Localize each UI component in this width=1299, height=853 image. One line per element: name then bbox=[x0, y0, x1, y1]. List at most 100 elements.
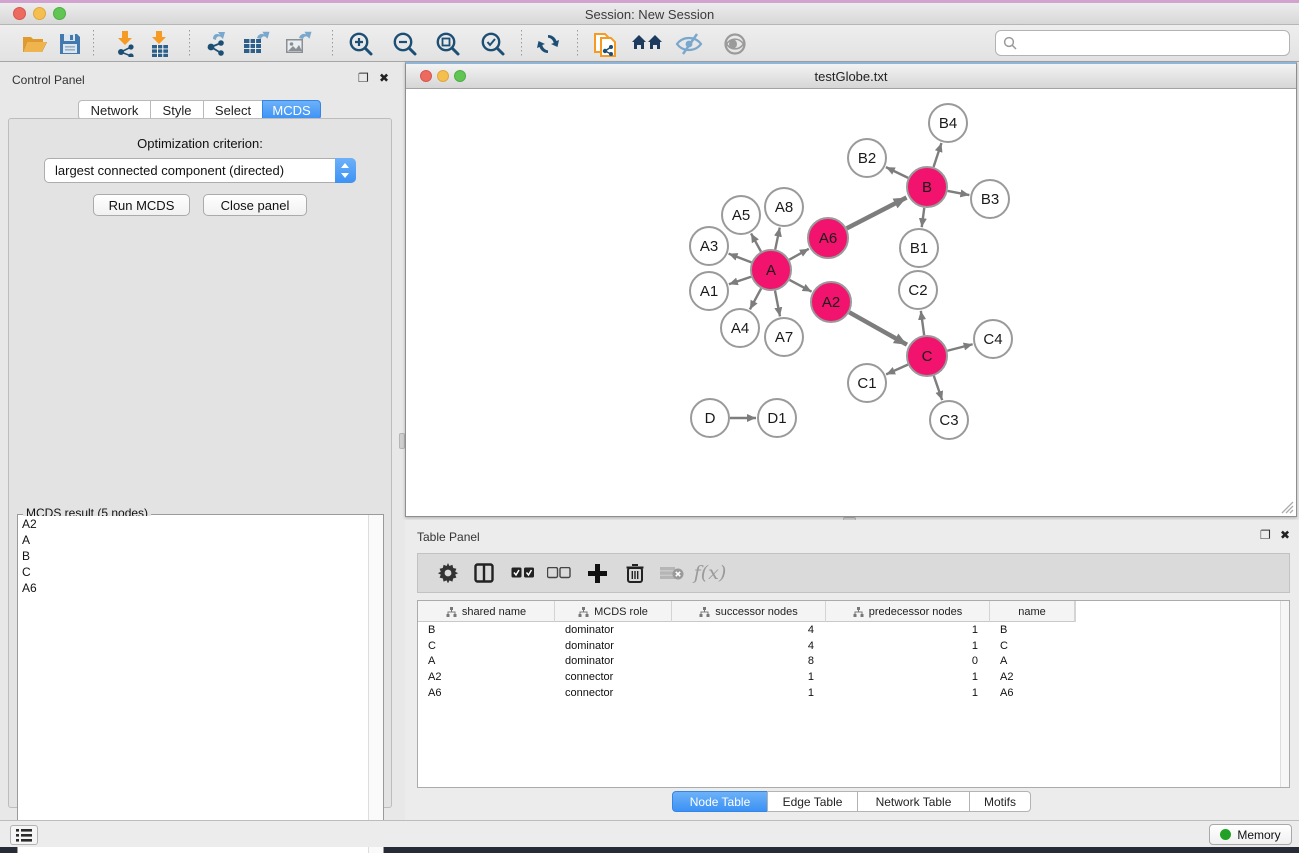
zoom-in-icon[interactable] bbox=[344, 28, 378, 59]
mcds-result-item[interactable]: C bbox=[18, 564, 368, 580]
hide-details-icon[interactable] bbox=[673, 28, 707, 59]
criterion-select[interactable]: largest connected component (directed) bbox=[44, 158, 356, 183]
mcds-result-item[interactable]: A6 bbox=[18, 580, 368, 596]
tab-motifs[interactable]: Motifs bbox=[969, 791, 1031, 812]
float-panel-icon[interactable]: ❐ bbox=[358, 71, 369, 85]
table-row[interactable]: Bdominator41B bbox=[418, 622, 1289, 638]
task-history-button[interactable] bbox=[10, 825, 38, 845]
network-edge[interactable] bbox=[790, 280, 812, 292]
open-folder-icon[interactable] bbox=[18, 28, 52, 59]
zoom-fit-icon[interactable] bbox=[431, 28, 465, 59]
column-type-icon bbox=[853, 607, 864, 617]
network-edge[interactable] bbox=[775, 228, 780, 250]
network-edge[interactable] bbox=[947, 344, 972, 351]
network-edge[interactable] bbox=[886, 365, 908, 375]
mcds-result-item[interactable]: A2 bbox=[18, 516, 368, 532]
network-edge[interactable] bbox=[775, 291, 780, 317]
export-table-icon[interactable] bbox=[240, 28, 274, 59]
duplicate-network-icon[interactable] bbox=[588, 28, 622, 59]
table-row[interactable]: Cdominator41C bbox=[418, 638, 1289, 654]
table-options-gear-icon[interactable] bbox=[431, 554, 465, 592]
table-panel: Table Panel ❐ ✖ bbox=[405, 520, 1299, 823]
mcds-result-item[interactable]: A bbox=[18, 532, 368, 548]
export-image-icon[interactable] bbox=[282, 28, 316, 59]
save-icon[interactable] bbox=[53, 28, 87, 59]
column-header-mcds-role[interactable]: MCDS role bbox=[555, 601, 672, 622]
mcds-result-list[interactable]: A2ABCA6 bbox=[18, 516, 368, 853]
tab-network-table[interactable]: Network Table bbox=[857, 791, 970, 812]
unselect-all-columns-icon[interactable] bbox=[542, 554, 576, 592]
zoom-selected-icon[interactable] bbox=[476, 28, 510, 59]
resize-grip-icon[interactable] bbox=[1280, 500, 1294, 514]
tab-style[interactable]: Style bbox=[150, 100, 204, 120]
column-header-successor-nodes[interactable]: successor nodes bbox=[672, 601, 826, 622]
control-panel: Control Panel ❐ ✖ Network Style Select M… bbox=[0, 62, 400, 823]
import-table-icon[interactable] bbox=[143, 28, 177, 59]
refresh-icon[interactable] bbox=[531, 28, 565, 59]
column-header-filler bbox=[1075, 601, 1289, 622]
node-table[interactable]: shared name MCDS role successor nodes pr… bbox=[417, 600, 1290, 788]
table-row[interactable]: A6connector11A6 bbox=[418, 685, 1289, 701]
network-edge[interactable] bbox=[751, 233, 761, 251]
network-edge[interactable] bbox=[789, 249, 809, 260]
network-node-label: D1 bbox=[767, 410, 786, 427]
table-cell: A6 bbox=[418, 687, 555, 699]
tab-mcds[interactable]: MCDS bbox=[262, 100, 321, 120]
table-row[interactable]: Adominator80A bbox=[418, 653, 1289, 669]
delete-columns-icon[interactable] bbox=[618, 554, 652, 592]
export-network-icon[interactable] bbox=[199, 28, 233, 59]
select-all-columns-icon[interactable] bbox=[506, 554, 540, 592]
criterion-value: largest connected component (directed) bbox=[45, 163, 335, 178]
import-network-icon[interactable] bbox=[109, 28, 143, 59]
mcds-result-item[interactable]: B bbox=[18, 548, 368, 564]
run-mcds-button[interactable]: Run MCDS bbox=[93, 194, 190, 216]
network-edge[interactable] bbox=[750, 289, 761, 310]
table-row[interactable]: A2connector11A2 bbox=[418, 669, 1289, 685]
table-cell: 1 bbox=[826, 640, 990, 652]
column-header-predecessor-nodes[interactable]: predecessor nodes bbox=[826, 601, 990, 622]
tab-edge-table[interactable]: Edge Table bbox=[767, 791, 858, 812]
network-edge[interactable] bbox=[849, 312, 907, 344]
network-edge[interactable] bbox=[886, 167, 908, 178]
table-cell: 0 bbox=[826, 655, 990, 667]
table-cell: C bbox=[418, 640, 555, 652]
search-field[interactable] bbox=[995, 30, 1290, 56]
tab-network[interactable]: Network bbox=[78, 100, 151, 120]
network-edge[interactable] bbox=[729, 254, 752, 263]
search-input[interactable] bbox=[1017, 36, 1267, 51]
add-column-icon[interactable] bbox=[580, 554, 614, 592]
close-table-panel-icon[interactable]: ✖ bbox=[1280, 528, 1290, 542]
network-edge[interactable] bbox=[921, 311, 924, 335]
home-layout-icon[interactable] bbox=[630, 28, 664, 59]
network-edge[interactable] bbox=[934, 376, 942, 400]
float-table-panel-icon[interactable]: ❐ bbox=[1260, 528, 1271, 542]
network-edge[interactable] bbox=[948, 191, 970, 195]
column-header-name[interactable]: name bbox=[990, 601, 1075, 622]
memory-button[interactable]: Memory bbox=[1209, 824, 1292, 845]
network-edge[interactable] bbox=[729, 277, 751, 285]
table-cell: 1 bbox=[672, 671, 826, 683]
function-builder-icon: f(x) bbox=[693, 554, 727, 592]
network-graph[interactable]: AA1A3A5A8A6A2A4A7BB1B2B3B4CC1C2C3C4DD1 bbox=[406, 89, 1296, 516]
network-node-label: B2 bbox=[858, 150, 876, 167]
network-edge[interactable] bbox=[934, 143, 942, 167]
status-bar: Memory bbox=[0, 820, 1299, 847]
close-panel-button[interactable]: Close panel bbox=[203, 194, 307, 216]
table-cell: connector bbox=[555, 687, 672, 699]
table-scrollbar[interactable] bbox=[1280, 601, 1289, 787]
network-frame-titlebar[interactable]: testGlobe.txt bbox=[406, 64, 1296, 89]
tab-node-table[interactable]: Node Table bbox=[672, 791, 768, 812]
mcds-list-scrollbar[interactable] bbox=[368, 515, 383, 853]
show-graphics-icon[interactable] bbox=[718, 28, 752, 59]
network-edge[interactable] bbox=[847, 198, 907, 229]
column-header-shared-name[interactable]: shared name bbox=[418, 601, 555, 622]
node-layer: AA1A3A5A8A6A2A4A7BB1B2B3B4CC1C2C3C4DD1 bbox=[690, 104, 1012, 439]
show-columns-icon[interactable] bbox=[467, 554, 501, 592]
task-list-icon bbox=[15, 828, 33, 843]
zoom-out-icon[interactable] bbox=[388, 28, 422, 59]
network-node-label: C3 bbox=[939, 412, 958, 429]
network-edge[interactable] bbox=[922, 208, 925, 227]
tab-select[interactable]: Select bbox=[203, 100, 263, 120]
close-panel-icon[interactable]: ✖ bbox=[379, 71, 389, 85]
network-node-label: A6 bbox=[819, 230, 837, 247]
